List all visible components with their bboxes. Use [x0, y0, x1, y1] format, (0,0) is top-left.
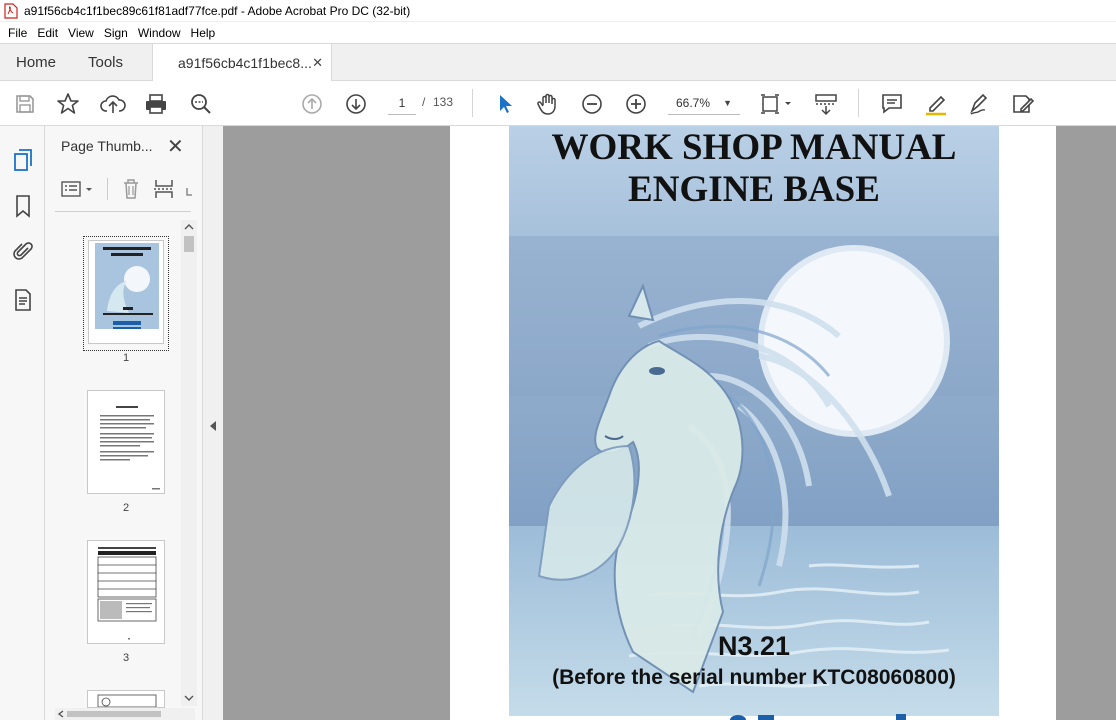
- page-thumbnail-4[interactable]: [87, 690, 165, 708]
- menu-window[interactable]: Window: [133, 26, 186, 40]
- title-bar: a91f56cb4c1f1bec89c61f81adf77fce.pdf - A…: [0, 0, 1116, 22]
- select-cursor-icon[interactable]: [491, 91, 517, 117]
- page-separator: /: [422, 95, 426, 109]
- table-page-thumbnail-image: [97, 547, 157, 640]
- cover-model-number: N3.21: [717, 631, 791, 661]
- menu-help[interactable]: Help: [186, 26, 221, 40]
- toolbar-divider: [472, 89, 473, 117]
- acrobat-pdf-icon: [4, 2, 18, 19]
- panel-collapse-strip[interactable]: [203, 126, 223, 720]
- scroll-up-icon[interactable]: [184, 223, 194, 231]
- scroll-down-icon[interactable]: [184, 694, 194, 702]
- chevron-down-icon: ▼: [723, 98, 732, 108]
- previous-page-icon[interactable]: [299, 91, 325, 117]
- cover-illustration: WORK SHOP MANUAL ENGINE BASE N3.21 (Befo…: [509, 126, 999, 716]
- tab-document-label: a91f56cb4c1f1bec8...: [178, 55, 312, 71]
- thumbnail-page-number: 1: [122, 352, 130, 364]
- panel-title: Page Thumb...: [61, 138, 153, 154]
- thumbnail-page-number: 2: [122, 502, 130, 514]
- toolbar: 1 / 133 66.7% ▼: [0, 81, 1116, 126]
- cover-title-line2: ENGINE BASE: [628, 169, 880, 210]
- page-display-icon[interactable]: [758, 91, 794, 117]
- close-tab-icon[interactable]: ✕: [312, 55, 323, 71]
- tab-tools[interactable]: Tools: [88, 44, 123, 81]
- menu-file[interactable]: File: [3, 26, 32, 40]
- page-thumbnail-3[interactable]: [87, 540, 165, 644]
- page-count: 133: [433, 95, 454, 109]
- collapse-left-icon[interactable]: [209, 420, 217, 432]
- menu-edit[interactable]: Edit: [32, 26, 63, 40]
- scroll-left-icon[interactable]: [57, 710, 65, 718]
- delete-page-icon[interactable]: [121, 178, 141, 200]
- page-thumbnails-icon[interactable]: [11, 148, 35, 172]
- cover-title-line1: WORK SHOP MANUAL: [551, 127, 957, 168]
- panel-toolbar-divider: [55, 211, 191, 212]
- navigation-rail: [0, 126, 45, 720]
- zoom-in-icon[interactable]: [623, 91, 649, 117]
- partial-page-thumbnail-image: [97, 694, 157, 707]
- scrollbar-thumb[interactable]: [67, 711, 161, 717]
- scrollbar-thumb[interactable]: [184, 236, 194, 252]
- print-icon[interactable]: [143, 91, 169, 117]
- window-title: a91f56cb4c1f1bec89c61f81adf77fce.pdf - A…: [24, 3, 411, 18]
- menu-sign[interactable]: Sign: [99, 26, 133, 40]
- page-number-input[interactable]: 1: [388, 91, 416, 115]
- horse-moon-painting-image: [509, 126, 999, 716]
- menu-bar: File Edit View Sign Window Help: [0, 22, 1116, 43]
- extract-pages-icon[interactable]: [153, 178, 175, 200]
- bookmark-star-icon[interactable]: [55, 91, 81, 117]
- scroll-mode-icon[interactable]: [813, 91, 839, 117]
- zoom-level-select[interactable]: 66.7% ▼: [668, 91, 740, 115]
- cover-thumbnail-image: [89, 241, 163, 343]
- bookmarks-icon[interactable]: [11, 194, 35, 218]
- tab-bar: Home Tools a91f56cb4c1f1bec8... ✕: [0, 43, 1116, 82]
- menu-view[interactable]: View: [63, 26, 99, 40]
- upload-cloud-icon[interactable]: [100, 91, 126, 117]
- fill-sign-icon[interactable]: [1010, 91, 1036, 117]
- save-icon[interactable]: [12, 91, 38, 117]
- zoom-level-value: 66.7%: [676, 96, 711, 110]
- tab-home[interactable]: Home: [16, 44, 56, 81]
- zoom-search-icon[interactable]: [188, 91, 214, 117]
- sign-pen-icon[interactable]: [967, 91, 993, 117]
- thumbnail-page-number: 3: [122, 652, 130, 664]
- zoom-out-icon[interactable]: [579, 91, 605, 117]
- attachments-paperclip-icon[interactable]: [11, 240, 35, 264]
- close-panel-icon[interactable]: ✕: [167, 134, 184, 159]
- page-thumbnail-1[interactable]: [88, 240, 164, 344]
- document-properties-icon[interactable]: [11, 288, 35, 312]
- thumbnails-horizontal-scrollbar[interactable]: [55, 708, 195, 720]
- cover-serial-note: (Before the serial number KTC08060800): [552, 666, 956, 689]
- next-page-icon[interactable]: [343, 91, 369, 117]
- cover-logo-partial: [730, 714, 906, 720]
- more-tools-icon[interactable]: [185, 184, 193, 198]
- thumbnail-options-icon[interactable]: [61, 180, 95, 200]
- panel-divider: [107, 178, 108, 200]
- thumbnails-vertical-scrollbar[interactable]: [181, 220, 197, 706]
- page-thumbnail-2[interactable]: [87, 390, 165, 494]
- comment-icon[interactable]: [879, 91, 905, 117]
- tab-document[interactable]: a91f56cb4c1f1bec8... ✕: [152, 44, 332, 82]
- text-page-thumbnail-image: [100, 406, 160, 490]
- hand-tool-icon[interactable]: [535, 91, 561, 117]
- toolbar-divider: [858, 89, 859, 117]
- page-thumbnails-panel: Page Thumb... ✕ 1 2 3: [45, 126, 203, 720]
- highlight-pen-icon[interactable]: [923, 91, 949, 117]
